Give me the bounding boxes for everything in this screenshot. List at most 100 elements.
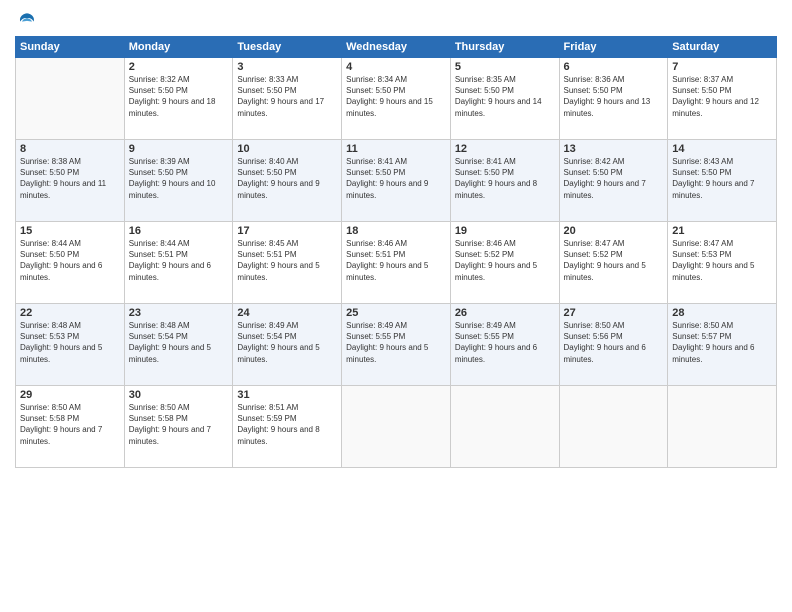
calendar-cell — [668, 386, 777, 468]
calendar-cell: 9Sunrise: 8:39 AMSunset: 5:50 PMDaylight… — [124, 140, 233, 222]
calendar-cell: 17Sunrise: 8:45 AMSunset: 5:51 PMDayligh… — [233, 222, 342, 304]
day-info: Sunrise: 8:41 AMSunset: 5:50 PMDaylight:… — [455, 156, 555, 201]
day-number: 24 — [237, 307, 337, 319]
day-number: 15 — [20, 225, 120, 237]
calendar-cell: 20Sunrise: 8:47 AMSunset: 5:52 PMDayligh… — [559, 222, 668, 304]
day-number: 9 — [129, 143, 229, 155]
calendar-table: SundayMondayTuesdayWednesdayThursdayFrid… — [15, 36, 777, 468]
day-number: 5 — [455, 61, 555, 73]
logo-bird-icon — [17, 10, 37, 30]
calendar-cell: 25Sunrise: 8:49 AMSunset: 5:55 PMDayligh… — [342, 304, 451, 386]
logo-text — [15, 10, 37, 30]
day-number: 26 — [455, 307, 555, 319]
header-row: SundayMondayTuesdayWednesdayThursdayFrid… — [16, 37, 777, 58]
calendar-cell — [559, 386, 668, 468]
day-info: Sunrise: 8:50 AMSunset: 5:58 PMDaylight:… — [129, 402, 229, 447]
calendar-cell: 13Sunrise: 8:42 AMSunset: 5:50 PMDayligh… — [559, 140, 668, 222]
calendar-cell — [342, 386, 451, 468]
calendar-cell: 31Sunrise: 8:51 AMSunset: 5:59 PMDayligh… — [233, 386, 342, 468]
day-number: 31 — [237, 389, 337, 401]
calendar-cell: 8Sunrise: 8:38 AMSunset: 5:50 PMDaylight… — [16, 140, 125, 222]
logo — [15, 10, 37, 30]
calendar-cell: 22Sunrise: 8:48 AMSunset: 5:53 PMDayligh… — [16, 304, 125, 386]
calendar-row-3: 22Sunrise: 8:48 AMSunset: 5:53 PMDayligh… — [16, 304, 777, 386]
day-info: Sunrise: 8:50 AMSunset: 5:56 PMDaylight:… — [564, 320, 664, 365]
day-number: 29 — [20, 389, 120, 401]
day-number: 3 — [237, 61, 337, 73]
day-info: Sunrise: 8:38 AMSunset: 5:50 PMDaylight:… — [20, 156, 120, 201]
day-info: Sunrise: 8:39 AMSunset: 5:50 PMDaylight:… — [129, 156, 229, 201]
day-info: Sunrise: 8:36 AMSunset: 5:50 PMDaylight:… — [564, 74, 664, 119]
day-info: Sunrise: 8:44 AMSunset: 5:51 PMDaylight:… — [129, 238, 229, 283]
day-info: Sunrise: 8:44 AMSunset: 5:50 PMDaylight:… — [20, 238, 120, 283]
day-number: 23 — [129, 307, 229, 319]
calendar-row-4: 29Sunrise: 8:50 AMSunset: 5:58 PMDayligh… — [16, 386, 777, 468]
day-number: 14 — [672, 143, 772, 155]
day-info: Sunrise: 8:41 AMSunset: 5:50 PMDaylight:… — [346, 156, 446, 201]
calendar-cell — [450, 386, 559, 468]
day-info: Sunrise: 8:50 AMSunset: 5:58 PMDaylight:… — [20, 402, 120, 447]
day-number: 2 — [129, 61, 229, 73]
day-number: 12 — [455, 143, 555, 155]
day-info: Sunrise: 8:49 AMSunset: 5:54 PMDaylight:… — [237, 320, 337, 365]
calendar-cell: 23Sunrise: 8:48 AMSunset: 5:54 PMDayligh… — [124, 304, 233, 386]
column-header-thursday: Thursday — [450, 37, 559, 58]
day-info: Sunrise: 8:47 AMSunset: 5:53 PMDaylight:… — [672, 238, 772, 283]
calendar-cell: 2Sunrise: 8:32 AMSunset: 5:50 PMDaylight… — [124, 58, 233, 140]
day-info: Sunrise: 8:46 AMSunset: 5:52 PMDaylight:… — [455, 238, 555, 283]
day-number: 11 — [346, 143, 446, 155]
calendar-cell: 3Sunrise: 8:33 AMSunset: 5:50 PMDaylight… — [233, 58, 342, 140]
calendar-cell: 15Sunrise: 8:44 AMSunset: 5:50 PMDayligh… — [16, 222, 125, 304]
day-info: Sunrise: 8:50 AMSunset: 5:57 PMDaylight:… — [672, 320, 772, 365]
day-number: 30 — [129, 389, 229, 401]
calendar-cell: 12Sunrise: 8:41 AMSunset: 5:50 PMDayligh… — [450, 140, 559, 222]
calendar-cell: 29Sunrise: 8:50 AMSunset: 5:58 PMDayligh… — [16, 386, 125, 468]
calendar-row-0: 2Sunrise: 8:32 AMSunset: 5:50 PMDaylight… — [16, 58, 777, 140]
calendar-cell: 24Sunrise: 8:49 AMSunset: 5:54 PMDayligh… — [233, 304, 342, 386]
day-number: 16 — [129, 225, 229, 237]
day-info: Sunrise: 8:47 AMSunset: 5:52 PMDaylight:… — [564, 238, 664, 283]
column-header-wednesday: Wednesday — [342, 37, 451, 58]
day-number: 10 — [237, 143, 337, 155]
column-header-saturday: Saturday — [668, 37, 777, 58]
calendar-cell: 19Sunrise: 8:46 AMSunset: 5:52 PMDayligh… — [450, 222, 559, 304]
day-number: 18 — [346, 225, 446, 237]
day-number: 17 — [237, 225, 337, 237]
calendar-page: SundayMondayTuesdayWednesdayThursdayFrid… — [0, 0, 792, 612]
day-number: 13 — [564, 143, 664, 155]
calendar-cell: 14Sunrise: 8:43 AMSunset: 5:50 PMDayligh… — [668, 140, 777, 222]
column-header-friday: Friday — [559, 37, 668, 58]
calendar-cell: 18Sunrise: 8:46 AMSunset: 5:51 PMDayligh… — [342, 222, 451, 304]
header — [15, 10, 777, 30]
day-number: 19 — [455, 225, 555, 237]
calendar-cell: 21Sunrise: 8:47 AMSunset: 5:53 PMDayligh… — [668, 222, 777, 304]
day-number: 22 — [20, 307, 120, 319]
day-info: Sunrise: 8:40 AMSunset: 5:50 PMDaylight:… — [237, 156, 337, 201]
day-info: Sunrise: 8:35 AMSunset: 5:50 PMDaylight:… — [455, 74, 555, 119]
day-number: 7 — [672, 61, 772, 73]
day-info: Sunrise: 8:37 AMSunset: 5:50 PMDaylight:… — [672, 74, 772, 119]
day-number: 20 — [564, 225, 664, 237]
day-info: Sunrise: 8:46 AMSunset: 5:51 PMDaylight:… — [346, 238, 446, 283]
day-number: 21 — [672, 225, 772, 237]
day-number: 28 — [672, 307, 772, 319]
day-info: Sunrise: 8:48 AMSunset: 5:54 PMDaylight:… — [129, 320, 229, 365]
column-header-tuesday: Tuesday — [233, 37, 342, 58]
day-number: 8 — [20, 143, 120, 155]
calendar-cell — [16, 58, 125, 140]
calendar-cell: 28Sunrise: 8:50 AMSunset: 5:57 PMDayligh… — [668, 304, 777, 386]
calendar-cell: 26Sunrise: 8:49 AMSunset: 5:55 PMDayligh… — [450, 304, 559, 386]
day-info: Sunrise: 8:49 AMSunset: 5:55 PMDaylight:… — [455, 320, 555, 365]
day-info: Sunrise: 8:42 AMSunset: 5:50 PMDaylight:… — [564, 156, 664, 201]
day-number: 4 — [346, 61, 446, 73]
calendar-row-2: 15Sunrise: 8:44 AMSunset: 5:50 PMDayligh… — [16, 222, 777, 304]
day-number: 25 — [346, 307, 446, 319]
column-header-monday: Monday — [124, 37, 233, 58]
calendar-cell: 5Sunrise: 8:35 AMSunset: 5:50 PMDaylight… — [450, 58, 559, 140]
day-number: 6 — [564, 61, 664, 73]
day-info: Sunrise: 8:43 AMSunset: 5:50 PMDaylight:… — [672, 156, 772, 201]
calendar-cell: 30Sunrise: 8:50 AMSunset: 5:58 PMDayligh… — [124, 386, 233, 468]
day-info: Sunrise: 8:48 AMSunset: 5:53 PMDaylight:… — [20, 320, 120, 365]
day-info: Sunrise: 8:51 AMSunset: 5:59 PMDaylight:… — [237, 402, 337, 447]
calendar-cell: 27Sunrise: 8:50 AMSunset: 5:56 PMDayligh… — [559, 304, 668, 386]
